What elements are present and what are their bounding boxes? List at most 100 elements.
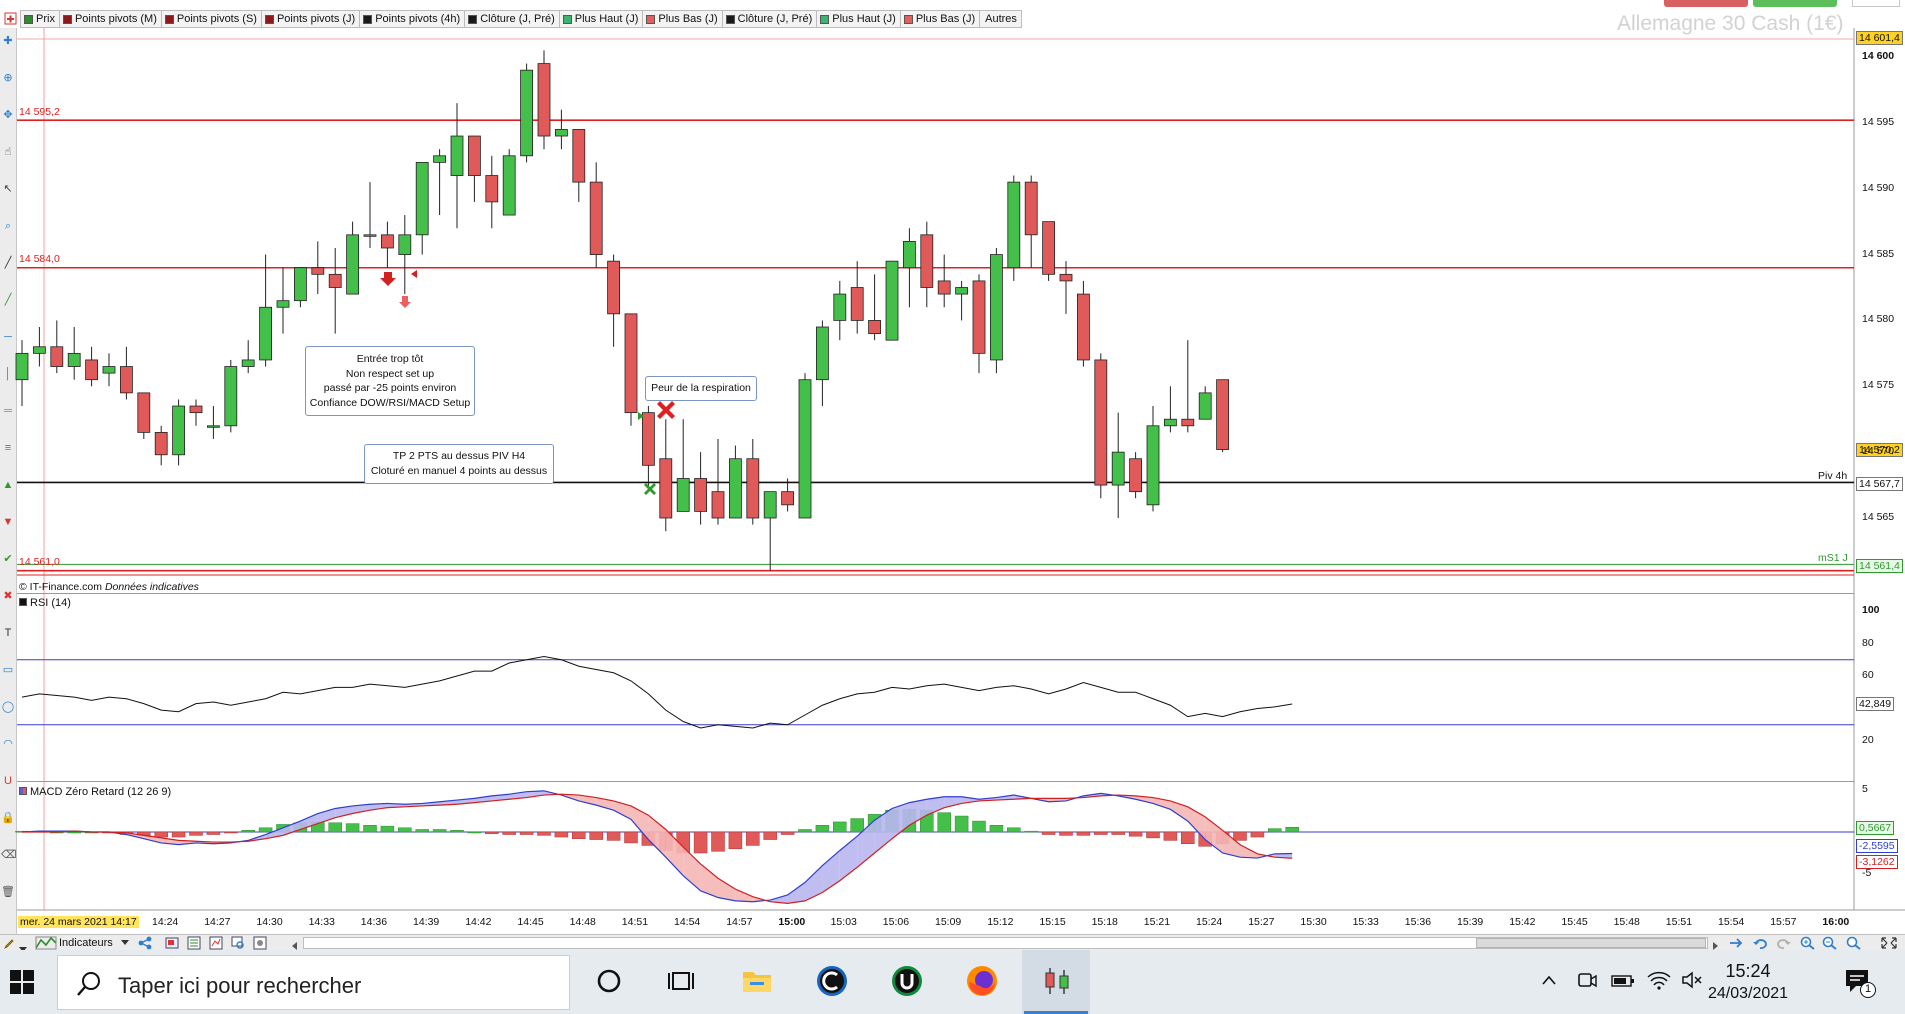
scrollbar-thumb[interactable] (1476, 938, 1706, 948)
auto-scroll-icon[interactable] (1728, 936, 1744, 950)
windows-start-icon[interactable] (10, 970, 34, 994)
list-icon[interactable] (187, 936, 201, 950)
ccleaner-icon[interactable] (815, 964, 849, 998)
macd-cloud-segment (283, 821, 301, 836)
candle-body (990, 254, 1003, 361)
fullscreen-icon[interactable] (1880, 936, 1898, 950)
macd-histogram-bar (1076, 831, 1091, 836)
notification-count: 1 (1860, 982, 1876, 998)
candle-body (206, 425, 220, 428)
screenshot-icon[interactable] (165, 936, 179, 950)
price-tick-label: 14 580 (1862, 313, 1895, 326)
task-view-icon[interactable] (665, 964, 699, 998)
zoom-in-icon[interactable] (1800, 936, 1816, 950)
candle-body (1198, 392, 1212, 420)
time-scrollbar[interactable] (303, 937, 1708, 949)
undo-icon[interactable] (1752, 936, 1768, 950)
macd-histogram-bar (537, 831, 551, 836)
trading-app-icon (1045, 968, 1069, 994)
taskbar-active-app[interactable] (1022, 950, 1090, 1014)
exit-arrow-marker (399, 296, 411, 308)
macd-histogram-bar (328, 822, 342, 833)
scroll-right-icon[interactable] (1710, 938, 1720, 950)
candle-body (537, 63, 551, 137)
firefox-icon[interactable] (965, 964, 999, 998)
macd-histogram-bar (380, 825, 395, 833)
macd-histogram-bar (206, 831, 221, 835)
candle-body (955, 287, 968, 295)
macd-histogram-bar (432, 829, 447, 833)
candle-body (276, 300, 290, 308)
macd-cloud-segment (648, 815, 666, 858)
time-tick-label: 15:33 (1352, 916, 1379, 928)
indicators-button[interactable]: Indicateurs (33, 936, 129, 950)
cortana-icon[interactable] (592, 964, 626, 998)
small-arrow-marker (411, 270, 417, 278)
taskbar-search-box[interactable]: Taper ici pour rechercher (57, 955, 570, 1010)
buy-cross-marker (644, 483, 656, 495)
macd-histogram-bar (780, 831, 795, 835)
candle-body (380, 234, 394, 249)
pencil-icon[interactable] (3, 937, 15, 949)
alert-icon[interactable] (209, 936, 223, 950)
macd-histogram-bar (624, 831, 638, 844)
macd-histogram-bar (345, 823, 360, 833)
pane-separator (17, 781, 1854, 782)
macd-histogram-bar (1111, 831, 1125, 835)
notifications-icon[interactable]: 1 (1842, 966, 1876, 1000)
tray-chevron-up-icon[interactable] (1540, 972, 1558, 990)
webcam-icon[interactable] (1576, 970, 1598, 992)
chart-area[interactable] (0, 0, 1905, 934)
candle-body (85, 359, 98, 381)
zoom-out-icon[interactable] (1822, 936, 1838, 950)
zoom-window-icon[interactable] (231, 936, 245, 950)
dropdown-arrow-icon[interactable] (19, 940, 27, 952)
clock-time: 15:24 (1725, 961, 1771, 981)
price-tick-label: 14 570 (1862, 445, 1895, 458)
macd-histogram-bar (728, 831, 743, 850)
rsi-tick-label: 60 (1862, 669, 1874, 681)
candle-body (415, 161, 429, 236)
candle-body (1146, 425, 1160, 506)
candle-body (555, 129, 568, 137)
candle-body (137, 392, 151, 433)
candle-body (1077, 293, 1090, 361)
candle-body (937, 280, 951, 295)
settings-window-icon[interactable] (253, 936, 267, 950)
time-tick-label: 14:45 (517, 916, 544, 928)
candle-body (1129, 458, 1142, 493)
annotation-take-profit[interactable]: TP 2 PTS au dessus PIV H4 Cloturé en man… (364, 444, 554, 484)
time-tick-label: 14:42 (465, 916, 492, 928)
redo-icon[interactable] (1776, 936, 1792, 950)
annotation-entry-too-early[interactable]: Entrée trop tôt Non respect set up passé… (305, 346, 475, 416)
macd-histogram-bar (1059, 831, 1073, 836)
time-tick-label: 14:48 (569, 916, 596, 928)
candle-body (694, 478, 707, 512)
annotation-fear[interactable]: Peur de la respiration (645, 376, 757, 401)
candle-body (729, 458, 742, 519)
zoom-reset-icon[interactable] (1846, 936, 1862, 950)
candle-body (903, 240, 916, 269)
file-explorer-icon[interactable] (740, 964, 774, 998)
candle-body (189, 405, 203, 414)
taskbar-clock[interactable]: 15:24 24/03/2021 (1700, 959, 1796, 1005)
candle-body (1007, 181, 1021, 269)
share-icon[interactable] (137, 936, 153, 950)
scroll-left-icon[interactable] (290, 938, 300, 950)
time-tick-label: 14:57 (726, 916, 753, 928)
macd-histogram-bar (693, 831, 708, 854)
battery-icon[interactable] (1610, 970, 1636, 992)
macd-histogram-bar (1163, 831, 1178, 841)
macd-histogram-bar (798, 829, 812, 833)
candle-body (433, 155, 447, 163)
macd-histogram-bar (711, 831, 725, 852)
time-tick-label: 14:27 (204, 916, 231, 928)
wifi-icon[interactable] (1646, 968, 1672, 992)
candle-body (868, 320, 881, 334)
candle-body (172, 405, 186, 456)
app-u-icon[interactable] (890, 964, 924, 998)
macd-pane-label: MACD Zéro Retard (12 26 9) (19, 786, 171, 798)
candle-body (120, 366, 133, 394)
macd-cloud-segment (1205, 816, 1223, 853)
time-tick-label: 15:12 (987, 916, 1014, 928)
